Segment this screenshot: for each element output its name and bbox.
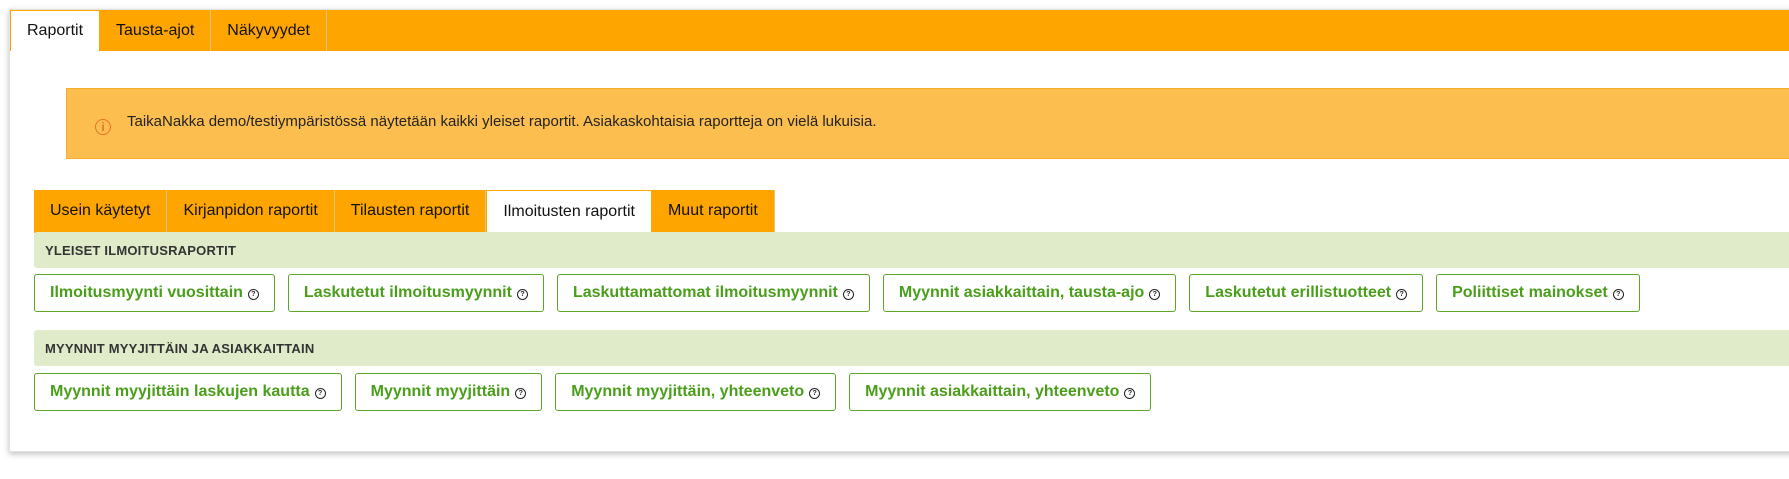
report-label: Laskutetut erillistuotteet	[1205, 284, 1392, 301]
tab-tilausten-raportit[interactable]: Tilausten raportit	[334, 190, 487, 232]
report-button-row: Ilmoitusmyynti vuosittain ? Laskutetut i…	[34, 274, 1789, 312]
reports-panel: Raportit Tausta-ajot Näkyvyydet i TaikaN…	[9, 9, 1789, 452]
help-icon[interactable]: ?	[515, 388, 527, 399]
report-button[interactable]: Ilmoitusmyynti vuosittain ?	[34, 274, 275, 312]
report-button[interactable]: Poliittiset mainokset ?	[1436, 274, 1640, 312]
report-label: Ilmoitusmyynti vuosittain	[50, 284, 243, 301]
help-icon[interactable]: ?	[842, 289, 854, 300]
report-button[interactable]: Myynnit myyjittäin, yhteenveto ?	[555, 373, 837, 411]
top-tab-bar: Raportit Tausta-ajot Näkyvyydet	[10, 10, 1789, 51]
report-label: Myynnit myyjittäin	[370, 383, 511, 400]
help-icon[interactable]: ?	[1124, 388, 1136, 399]
help-icon[interactable]: ?	[247, 289, 259, 300]
notice-text: TaikaNakka demo/testiympäristössä näytet…	[127, 113, 877, 130]
section-header-myynnit: MYYNNIT MYYJITTÄIN JA ASIAKKAITTAIN	[34, 330, 1789, 366]
report-button[interactable]: Myynnit myyjittäin ?	[354, 373, 543, 411]
report-category-tabs: Usein käytetyt Kirjanpidon raportit Tila…	[34, 190, 1789, 233]
report-label: Myynnit myyjittäin, yhteenveto	[571, 383, 805, 400]
report-label: Laskuttamattomat ilmoitusmyynnit	[572, 284, 838, 301]
tab-nakyvyydet[interactable]: Näkyvyydet	[211, 10, 327, 51]
tab-muut-raportit[interactable]: Muut raportit	[651, 190, 775, 232]
tab-ilmoitusten-raportit[interactable]: Ilmoitusten raportit	[486, 190, 652, 233]
report-button[interactable]: Myynnit asiakkaittain, yhteenveto ?	[849, 373, 1152, 411]
section-header-yleiset: YLEISET ILMOITUSRAPORTIT	[34, 232, 1789, 268]
report-button[interactable]: Myynnit asiakkaittain, tausta-ajo ?	[882, 274, 1177, 312]
help-icon[interactable]: ?	[809, 388, 821, 399]
help-icon[interactable]: ?	[1612, 289, 1624, 300]
help-icon[interactable]: ?	[516, 289, 528, 300]
tab-raportit[interactable]: Raportit	[10, 10, 101, 51]
report-button[interactable]: Laskuttamattomat ilmoitusmyynnit ?	[556, 274, 870, 312]
report-label: Poliittiset mainokset	[1452, 284, 1608, 301]
report-label: Laskutetut ilmoitusmyynnit	[303, 284, 512, 301]
tab-kirjanpidon-raportit[interactable]: Kirjanpidon raportit	[167, 190, 335, 232]
report-label: Myynnit asiakkaittain, yhteenveto	[865, 383, 1120, 400]
report-label: Myynnit asiakkaittain, tausta-ajo	[898, 284, 1145, 301]
help-icon[interactable]: ?	[314, 388, 326, 399]
help-icon[interactable]: ?	[1149, 289, 1161, 300]
report-button[interactable]: Myynnit myyjittäin laskujen kautta ?	[34, 373, 342, 411]
report-button-row: Myynnit myyjittäin laskujen kautta ? Myy…	[34, 373, 1789, 411]
info-notice: i TaikaNakka demo/testiympäristössä näyt…	[66, 88, 1789, 159]
report-label: Myynnit myyjittäin laskujen kautta	[50, 383, 310, 400]
report-button[interactable]: Laskutetut erillistuotteet ?	[1189, 274, 1424, 312]
help-icon[interactable]: ?	[1396, 289, 1408, 300]
tab-tausta-ajot[interactable]: Tausta-ajot	[100, 10, 212, 51]
report-button[interactable]: Laskutetut ilmoitusmyynnit ?	[287, 274, 544, 312]
info-icon: i	[95, 118, 111, 135]
tab-usein-kaytetyt[interactable]: Usein käytetyt	[34, 190, 168, 232]
